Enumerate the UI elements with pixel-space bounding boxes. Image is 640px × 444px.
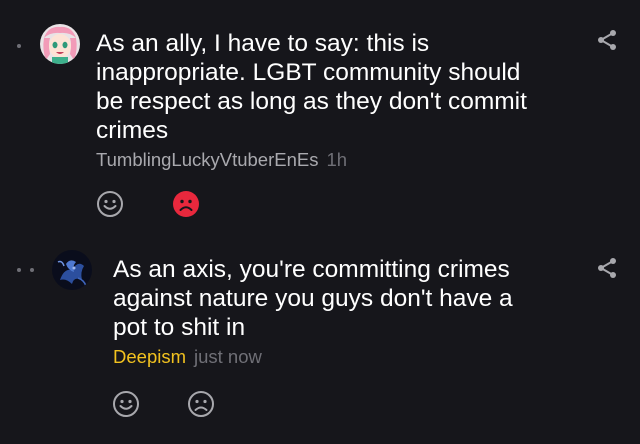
frown-icon <box>188 391 214 417</box>
smile-reaction-button[interactable] <box>112 390 140 418</box>
comment-meta: Deepism just now <box>113 346 262 368</box>
thread-dot <box>17 44 21 48</box>
share-icon <box>598 30 616 50</box>
author-name[interactable]: TumblingLuckyVtuberEnEs <box>96 149 318 170</box>
avatar[interactable] <box>40 24 80 64</box>
dark-blue-avatar-image <box>52 250 92 290</box>
timestamp: just now <box>194 346 262 367</box>
thread-depth-indicator <box>17 268 34 272</box>
thread-depth-indicator <box>17 44 21 48</box>
anime-avatar-image <box>40 24 80 64</box>
smile-reaction-button[interactable] <box>96 190 124 218</box>
author-name[interactable]: Deepism <box>113 346 186 367</box>
share-button[interactable] <box>596 29 618 51</box>
frown-reaction-button[interactable] <box>187 390 215 418</box>
thread-dot <box>30 268 34 272</box>
thread-dot <box>17 268 21 272</box>
frown-icon <box>173 191 199 217</box>
comment-text: As an axis, you're committing crimes aga… <box>113 256 513 341</box>
avatar[interactable] <box>52 250 92 290</box>
timestamp: 1h <box>326 149 348 170</box>
frown-reaction-button-active[interactable] <box>172 190 200 218</box>
share-button[interactable] <box>596 257 618 279</box>
smile-icon <box>113 391 139 417</box>
comment-text: As an ally, I have to say: this is inapp… <box>96 30 527 144</box>
share-icon <box>598 258 616 278</box>
comment-meta: TumblingLuckyVtuberEnEs 1h <box>96 149 347 171</box>
smile-icon <box>97 191 123 217</box>
